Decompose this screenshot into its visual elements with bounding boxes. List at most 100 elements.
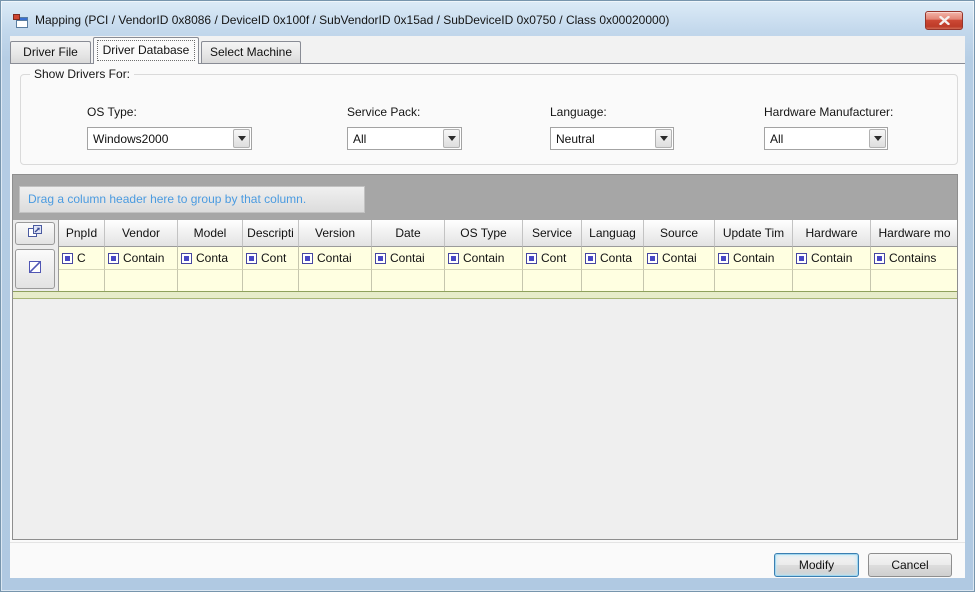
dialog-window: Mapping (PCI / VendorID 0x8086 / DeviceI… (0, 0, 975, 592)
filter-condition-icon[interactable] (874, 253, 885, 264)
filter-input-cell-pnpid[interactable] (59, 270, 105, 291)
chevron-down-icon (660, 136, 668, 141)
filter-condition-icon-inner (111, 256, 116, 261)
column-header-model[interactable]: Model (178, 220, 243, 247)
hardware-manufacturer-label: Hardware Manufacturer: (764, 105, 893, 119)
column-header-source[interactable]: Source (644, 220, 715, 247)
chevron-down-icon (874, 136, 882, 141)
filter-condition-icon[interactable] (302, 253, 313, 264)
filter-condition-icon[interactable] (796, 253, 807, 264)
filter-input-cell-model[interactable] (178, 270, 243, 291)
app-icon (13, 14, 29, 30)
filter-condition-icon-inner (378, 256, 383, 261)
column-header-vendor[interactable]: Vendor (105, 220, 178, 247)
filter-condition-text: Contain (733, 251, 774, 265)
filter-input-cell-version[interactable] (299, 270, 372, 291)
clear-filter-icon (28, 260, 42, 279)
tab-focus-rect: Driver Database (97, 40, 195, 61)
filter-input-cell-hardware-mo[interactable] (871, 270, 957, 291)
column-header-hardware[interactable]: Hardware (793, 220, 871, 247)
filter-condition-icon[interactable] (647, 253, 658, 264)
tab-select-machine[interactable]: Select Machine (201, 41, 301, 63)
filter-condition-icon[interactable] (62, 253, 73, 264)
filter-condition-icon-inner (721, 256, 726, 261)
filter-cell-vendor[interactable]: Contain (105, 247, 178, 270)
chevron-down-icon (448, 136, 456, 141)
filter-cell-service[interactable]: Cont (523, 247, 582, 270)
filter-condition-icon[interactable] (108, 253, 119, 264)
filter-cell-os-type[interactable]: Contain (445, 247, 523, 270)
filter-condition-text: Contai (662, 251, 697, 265)
os-type-combo[interactable]: Windows2000 (87, 127, 252, 150)
filter-input-cell-vendor[interactable] (105, 270, 178, 291)
window-title: Mapping (PCI / VendorID 0x8086 / DeviceI… (35, 13, 669, 27)
column-header-version[interactable]: Version (299, 220, 372, 247)
column-header-os-type[interactable]: OS Type (445, 220, 523, 247)
column-header-update-tim[interactable]: Update Tim (715, 220, 793, 247)
filter-condition-icon-inner (65, 256, 70, 261)
column-header-date[interactable]: Date (372, 220, 445, 247)
language-value: Neutral (556, 132, 595, 146)
service-pack-label: Service Pack: (347, 105, 420, 119)
filter-condition-icon[interactable] (448, 253, 459, 264)
os-type-value: Windows2000 (93, 132, 168, 146)
filter-input-cell-hardware[interactable] (793, 270, 871, 291)
filter-condition-text: Conta (196, 251, 228, 265)
filter-cell-date[interactable]: Contai (372, 247, 445, 270)
filter-condition-icon[interactable] (718, 253, 729, 264)
dropdown-arrow-icon[interactable] (869, 129, 886, 148)
filter-condition-icon[interactable] (246, 253, 257, 264)
filter-cell-version[interactable]: Contai (299, 247, 372, 270)
filter-input-cell-service[interactable] (523, 270, 582, 291)
hardware-manufacturer-combo[interactable]: All (764, 127, 888, 150)
filter-cell-model[interactable]: Conta (178, 247, 243, 270)
filter-input-cell-descripti[interactable] (243, 270, 299, 291)
filter-cell-pnpid[interactable]: C (59, 247, 105, 270)
column-header-languag[interactable]: Languag (582, 220, 644, 247)
modify-button[interactable]: Modify (774, 553, 859, 577)
column-header-hardware-mo[interactable]: Hardware mo (871, 220, 957, 247)
filter-condition-text: C (77, 251, 86, 265)
filter-input-cell-languag[interactable] (582, 270, 644, 291)
close-button[interactable] (925, 11, 963, 30)
dropdown-arrow-icon[interactable] (443, 129, 460, 148)
filter-input-cell-update-tim[interactable] (715, 270, 793, 291)
filter-input-cell-source[interactable] (644, 270, 715, 291)
filter-cell-descripti[interactable]: Cont (243, 247, 299, 270)
filter-condition-icon[interactable] (526, 253, 537, 264)
footer-divider (10, 542, 965, 543)
service-pack-combo[interactable]: All (347, 127, 462, 150)
filter-cell-languag[interactable]: Conta (582, 247, 644, 270)
column-header-service[interactable]: Service (523, 220, 582, 247)
filter-condition-text: Contains (889, 251, 936, 265)
filter-cell-hardware[interactable]: Contain (793, 247, 871, 270)
chevron-down-icon (238, 136, 246, 141)
filter-condition-text: Contain (463, 251, 504, 265)
language-combo[interactable]: Neutral (550, 127, 674, 150)
column-header-pnpid[interactable]: PnpId (59, 220, 105, 247)
column-header-descripti[interactable]: Descripti (243, 220, 299, 247)
grid-group-panel[interactable]: Drag a column header here to group by th… (13, 175, 957, 220)
filter-condition-icon[interactable] (181, 253, 192, 264)
titlebar[interactable]: Mapping (PCI / VendorID 0x8086 / DeviceI… (1, 1, 974, 36)
grid-columns: PnpIdCVendorContainModelContaDescriptiCo… (59, 220, 957, 291)
filter-condition-icon[interactable] (585, 253, 596, 264)
dropdown-arrow-icon[interactable] (233, 129, 250, 148)
tab-driver-database[interactable]: Driver Database (93, 37, 199, 64)
cancel-button[interactable]: Cancel (868, 553, 952, 577)
dropdown-arrow-icon[interactable] (655, 129, 672, 148)
customize-columns-button[interactable] (15, 222, 55, 245)
filter-condition-icon-inner (877, 256, 882, 261)
filter-input-cell-date[interactable] (372, 270, 445, 291)
clear-filter-button[interactable] (15, 249, 55, 289)
filter-cell-hardware-mo[interactable]: Contains (871, 247, 957, 270)
filter-condition-text: Conta (600, 251, 632, 265)
filter-condition-icon[interactable] (375, 253, 386, 264)
row-indicator-column (13, 220, 59, 291)
filter-condition-icon-inner (529, 256, 534, 261)
filter-input-cell-os-type[interactable] (445, 270, 523, 291)
filter-cell-update-tim[interactable]: Contain (715, 247, 793, 270)
service-pack-value: All (353, 132, 366, 146)
filter-cell-source[interactable]: Contai (644, 247, 715, 270)
tab-driver-file[interactable]: Driver File (10, 41, 91, 63)
